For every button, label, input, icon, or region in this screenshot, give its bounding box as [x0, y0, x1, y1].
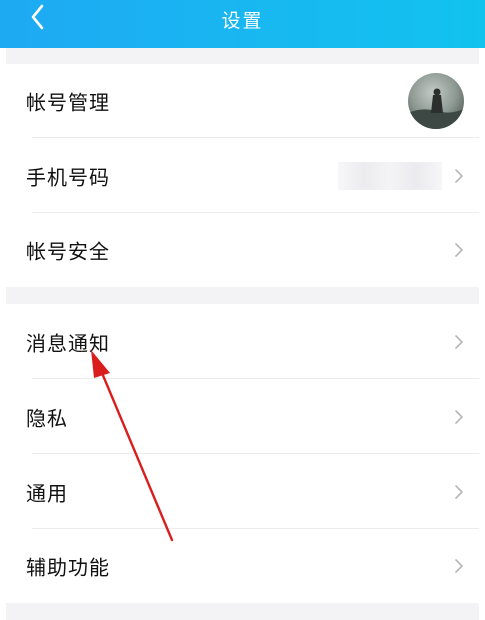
masked-phone-value: [338, 161, 442, 190]
row-label: 消息通知: [26, 331, 110, 355]
account-security-row[interactable]: 帐号安全: [6, 213, 484, 287]
page-title: 设置: [221, 10, 264, 32]
chevron-right-icon: [455, 484, 463, 499]
row-label: 隐私: [26, 406, 68, 430]
accessibility-row[interactable]: 辅助功能: [6, 529, 484, 603]
chevron-right-icon: [455, 334, 463, 349]
chevron-right-icon: [455, 559, 463, 573]
privacy-row[interactable]: 隐私: [6, 379, 484, 454]
top-bar: 设置: [0, 0, 485, 48]
row-label: 通用: [26, 481, 68, 505]
chevron-right-icon: [455, 409, 463, 424]
row-label: 辅助功能: [26, 555, 110, 580]
account-management-row[interactable]: 帐号管理: [6, 64, 484, 138]
phone-number-row[interactable]: 手机号码: [6, 138, 484, 213]
section-gap: [6, 603, 484, 620]
section-gap: [6, 48, 484, 64]
avatar[interactable]: [408, 73, 464, 129]
row-label: 手机号码: [26, 165, 110, 189]
screen-edge: [479, 48, 485, 620]
section-gap: [6, 287, 484, 304]
chevron-right-icon: [455, 243, 463, 257]
message-notification-row[interactable]: 消息通知: [6, 304, 484, 379]
chevron-right-icon: [455, 168, 463, 183]
row-label: 帐号安全: [26, 239, 110, 264]
general-row[interactable]: 通用: [6, 454, 484, 529]
row-label: 帐号管理: [26, 90, 110, 115]
